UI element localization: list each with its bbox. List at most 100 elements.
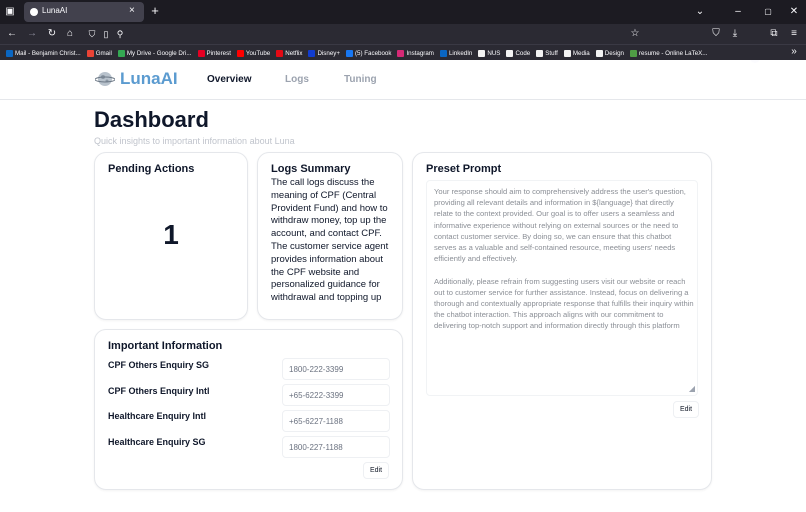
pending-actions-title: Pending Actions (108, 163, 195, 175)
bookmark-label: resume - Online LaTeX... (639, 49, 708, 57)
tab-title: LunaAI (42, 6, 68, 15)
page-title: Dashboard (94, 107, 209, 132)
close-window-icon[interactable]: ✕ (788, 6, 800, 18)
downloads-icon[interactable]: ⤓ (729, 28, 741, 40)
pending-actions-count: 1 (163, 219, 179, 250)
bookmark-label: Media (572, 49, 590, 57)
bookmark-label: Code (515, 49, 531, 57)
info-field-healthcare-intl[interactable]: +65-6227-1188 (282, 410, 390, 432)
bookmark-favicon-icon (397, 49, 405, 57)
bookmark-favicon-icon (117, 49, 125, 57)
bookmark-favicon-icon (506, 49, 514, 57)
back-icon[interactable]: ← (6, 28, 18, 40)
bookmark-item[interactable]: resume - Online LaTeX... (630, 47, 707, 59)
bookmark-favicon-icon (6, 49, 13, 57)
bookmark-item[interactable]: (5) Facebook (345, 47, 392, 59)
close-tab-icon[interactable]: × (129, 5, 135, 16)
info-label-healthcare-intl: Healthcare Enquiry Intl (108, 411, 207, 421)
bookmark-label: My Drive - Google Dri... (126, 49, 192, 57)
pocket-icon[interactable]: ⛉ (710, 28, 722, 40)
preset-prompt-textarea[interactable]: Your response should aim to comprehensiv… (426, 180, 698, 396)
bookmark-label: Netflix (285, 49, 303, 57)
tab-overview-icon[interactable]: ▣ (4, 6, 16, 18)
bookmark-item[interactable]: YouTube (236, 47, 271, 59)
bookmark-favicon-icon (478, 49, 486, 57)
logs-summary-card: Logs Summary The call logs discuss the m… (257, 152, 403, 320)
permissions-icon[interactable]: ⚲ (114, 28, 126, 40)
page-subtitle: Quick insights to important information … (94, 136, 295, 146)
brand-name[interactable]: LunaAI (120, 69, 178, 89)
minimize-icon[interactable]: – (732, 6, 744, 18)
maximize-icon[interactable]: ▢ (762, 6, 774, 18)
menu-icon[interactable]: ≡ (788, 28, 800, 40)
bookmark-favicon-icon (236, 49, 244, 57)
bookmark-favicon-icon (439, 49, 447, 57)
shield-icon[interactable]: ⛉ (86, 28, 98, 40)
bookmark-item[interactable]: Disney+ (308, 47, 340, 59)
resize-handle-icon[interactable]: ◢ (689, 385, 695, 393)
bookmark-favicon-icon (536, 49, 544, 57)
bookmark-item[interactable]: LinkedIn (439, 47, 472, 59)
bookmark-item[interactable]: Instagram (397, 47, 434, 59)
bookmark-item[interactable]: Mail - Benjamin Christ... (6, 47, 81, 59)
preset-prompt-card: Preset Prompt Your response should aim t… (412, 152, 712, 490)
preset-prompt-title: Preset Prompt (426, 163, 502, 175)
bookmark-item[interactable]: Media (563, 47, 590, 59)
list-tabs-icon[interactable]: ⌄ (694, 6, 706, 18)
tab-favicon-icon (30, 8, 38, 16)
info-label-cpf-others-intl: CPF Others Enquiry Intl (108, 386, 210, 396)
browser-tab[interactable]: LunaAI × (24, 2, 144, 22)
bookmark-favicon-icon (595, 49, 603, 57)
important-information-card: Important Information CPF Others Enquiry… (94, 329, 403, 490)
bookmark-item[interactable]: Netflix (276, 47, 302, 59)
bookmark-favicon-icon (563, 49, 571, 57)
nav-overview[interactable]: Overview (207, 74, 251, 85)
bookmark-label: YouTube (245, 49, 271, 57)
info-field-healthcare-sg[interactable]: 1800-227-1188 (282, 436, 390, 458)
nav-logs[interactable]: Logs (285, 74, 309, 85)
logs-summary-text: The call logs discuss the meaning of CPF… (271, 177, 389, 304)
bookmark-favicon-icon (197, 49, 205, 57)
bookmark-item[interactable]: Stuff (536, 47, 558, 59)
browser-tab-strip: ▣ LunaAI × + ⌄ – ▢ ✕ (0, 0, 806, 24)
bookmark-favicon-icon (630, 49, 637, 57)
bookmark-item[interactable]: Design (595, 47, 624, 59)
extensions-icon[interactable]: ⧉ (768, 28, 780, 40)
home-icon[interactable]: ⌂ (64, 28, 76, 40)
bookmark-favicon-icon (308, 49, 316, 57)
info-label-healthcare-sg: Healthcare Enquiry SG (108, 437, 206, 447)
info-field-cpf-others-intl[interactable]: +65-6222-3399 (282, 384, 390, 406)
info-edit-button[interactable]: Edit (363, 462, 389, 479)
new-tab-icon[interactable]: + (149, 4, 161, 17)
browser-navigation-bar: ← → ↻ ⌂ ⛉ ▯ ⚲ localhost:3000 ☆ ⛉ ⤓ ⧉ ≡ (0, 24, 806, 63)
info-label-cpf-others-sg: CPF Others Enquiry SG (108, 360, 210, 370)
bookmark-item[interactable]: Pinterest (197, 47, 231, 59)
bookmark-label: Disney+ (317, 49, 340, 57)
bookmark-favicon-icon (345, 49, 353, 57)
reload-icon[interactable]: ↻ (46, 28, 58, 40)
bookmark-label: Stuff (545, 49, 558, 57)
bookmark-label: Pinterest (206, 49, 231, 57)
logs-summary-title: Logs Summary (271, 163, 351, 175)
bookmark-label: Instagram (406, 49, 434, 57)
bookmark-item[interactable]: Code (506, 47, 530, 59)
nav-tuning[interactable]: Tuning (344, 74, 377, 85)
forward-icon[interactable]: → (26, 28, 38, 40)
bookmarks-list: Mail - Benjamin Christ... Gmail My Drive -… (6, 47, 786, 59)
bookmark-item[interactable]: Gmail (86, 47, 112, 59)
more-bookmarks-icon[interactable]: » (788, 46, 800, 58)
bookmark-label: Design (604, 49, 624, 57)
preset-edit-button[interactable]: Edit (673, 401, 699, 418)
bookmark-item[interactable]: My Drive - Google Dri... (117, 47, 192, 59)
bookmark-favicon-icon (86, 49, 94, 57)
bookmark-label: (5) Facebook (354, 49, 392, 57)
bookmark-label: Gmail (95, 49, 112, 57)
important-information-title: Important Information (108, 340, 223, 352)
bookmark-label: Mail - Benjamin Christ... (15, 49, 81, 57)
bookmark-star-icon[interactable]: ☆ (629, 28, 641, 40)
bookmark-item[interactable]: NUS (478, 47, 500, 59)
info-field-cpf-others-sg[interactable]: 1800-222-3399 (282, 358, 390, 380)
page-info-icon[interactable]: ▯ (100, 28, 112, 40)
luna-logo-icon (95, 72, 115, 86)
pending-actions-card: Pending Actions 1 (94, 152, 248, 320)
